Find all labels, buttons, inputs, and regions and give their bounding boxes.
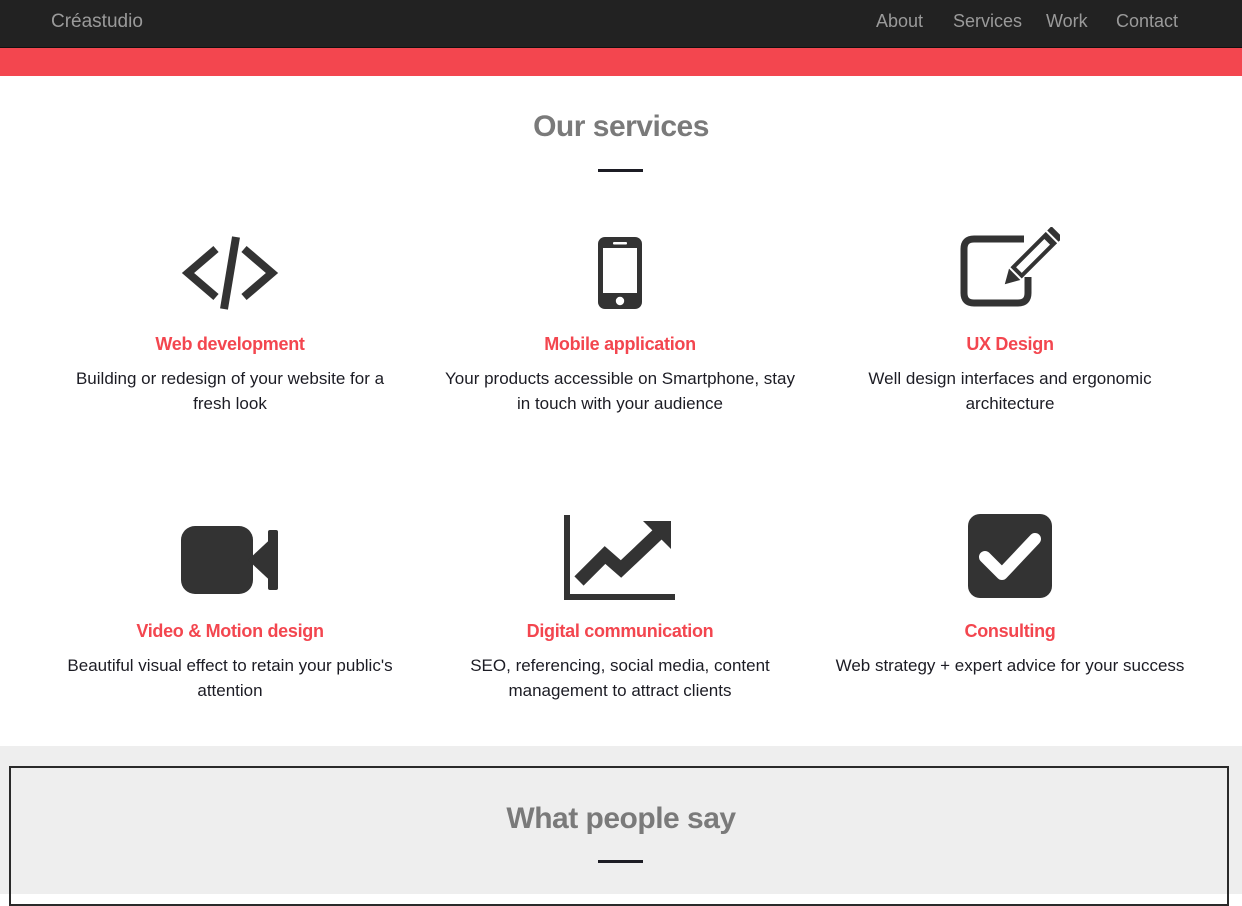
testimonials-title-rule: [598, 860, 643, 863]
navbar: Créastudio About Services Work Contact: [0, 0, 1242, 48]
edit-icon: [815, 222, 1205, 312]
service-name: Web development: [155, 334, 305, 354]
service-name: Video & Motion design: [136, 621, 324, 641]
service-desc: Your products accessible on Smartphone, …: [445, 369, 795, 413]
service-desc: Beautiful visual effect to retain your p…: [67, 656, 393, 700]
hero-band: [0, 48, 1242, 76]
service-name: Consulting: [964, 621, 1056, 641]
service-desc: Building or redesign of your website for…: [75, 369, 385, 413]
service-desc: SEO, referencing, social media, content …: [470, 656, 770, 700]
testimonials-box: [9, 766, 1229, 906]
code-icon: [35, 228, 425, 318]
chart-trend-icon: [425, 513, 815, 603]
video-camera-icon: [35, 515, 425, 605]
service-name: Mobile application: [544, 334, 696, 354]
service-desc: Web strategy + expert advice for your su…: [835, 656, 1185, 675]
service-name: Digital communication: [526, 621, 714, 641]
testimonials-title: What people say: [506, 802, 736, 835]
nav-link-about[interactable]: About: [876, 11, 923, 32]
service-desc: Well design interfaces and ergonomic arc…: [868, 369, 1152, 413]
nav-link-work[interactable]: Work: [1046, 11, 1088, 32]
nav-link-contact[interactable]: Contact: [1116, 11, 1178, 32]
checkbox-icon: [815, 511, 1205, 601]
services-title-rule: [598, 169, 643, 172]
brand-logo[interactable]: Créastudio: [51, 11, 143, 33]
smartphone-icon: [425, 228, 815, 318]
nav-link-services[interactable]: Services: [953, 11, 1022, 32]
service-name: UX Design: [966, 334, 1054, 354]
services-title: Our services: [533, 110, 709, 143]
